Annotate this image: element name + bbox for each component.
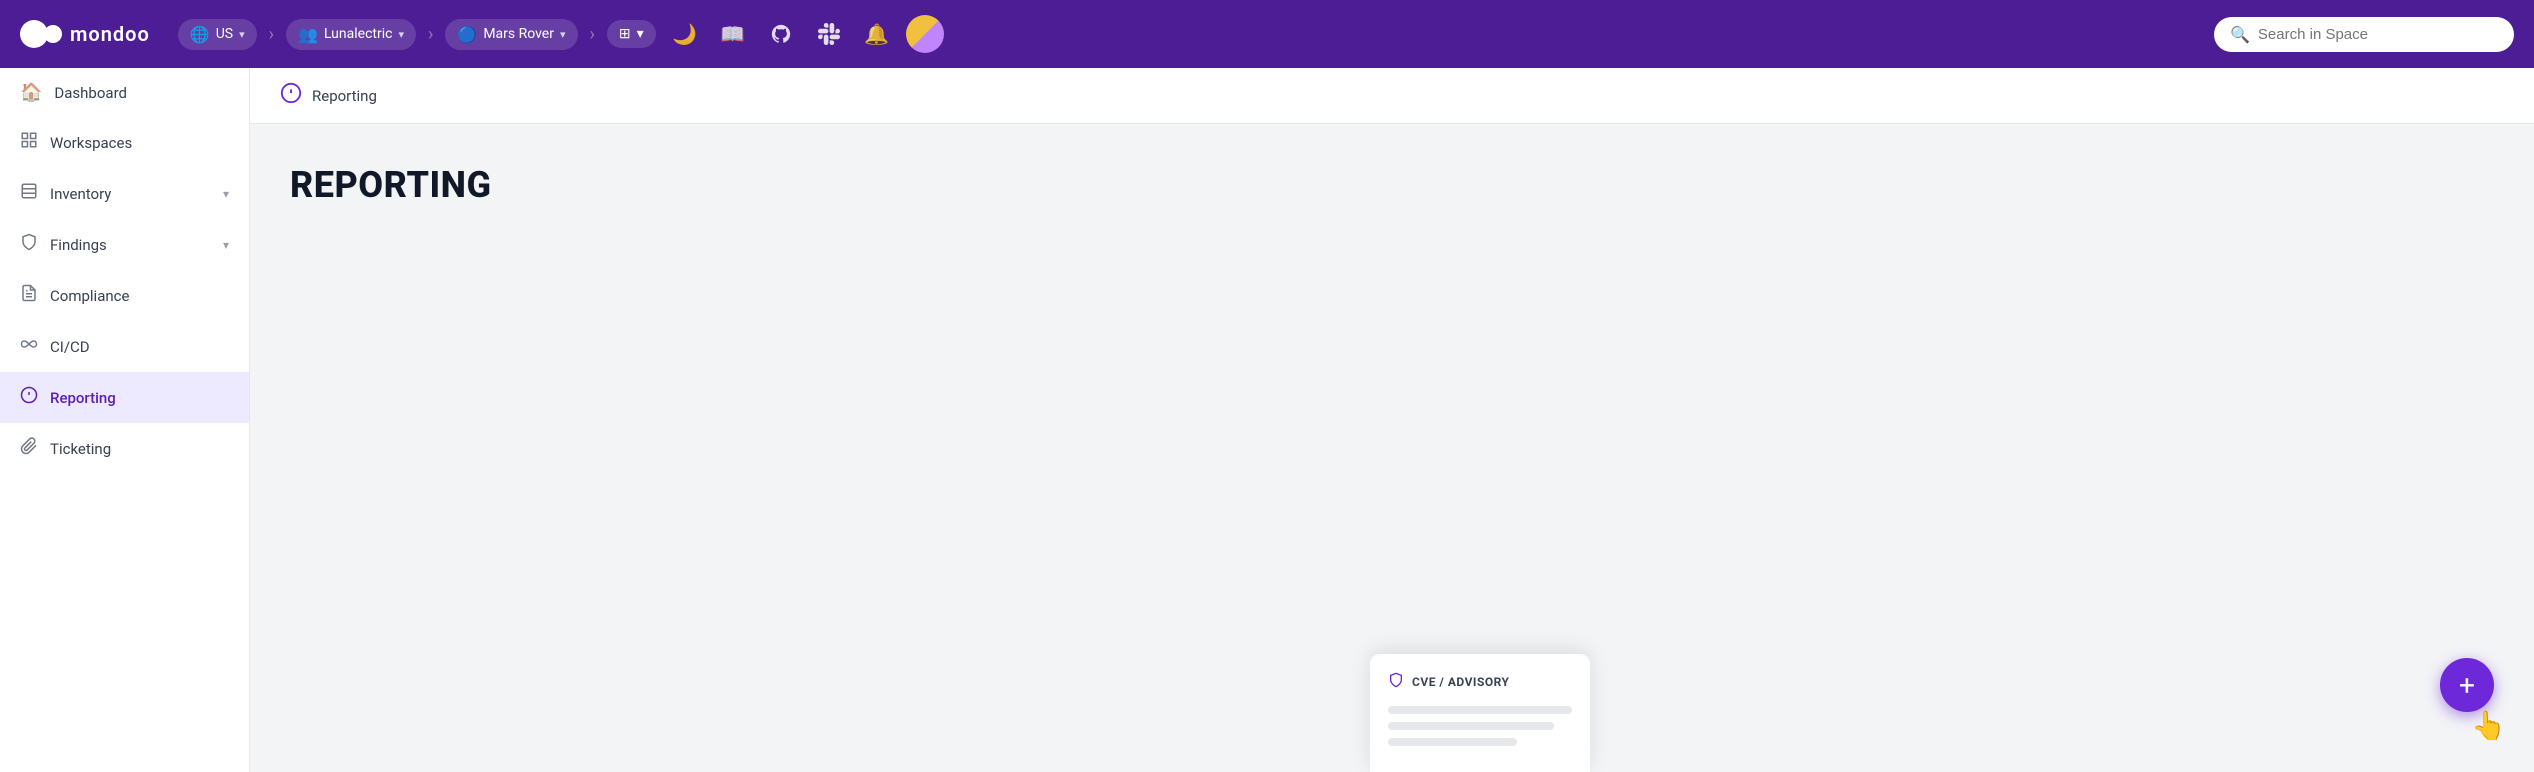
space-label: Mars Rover bbox=[483, 26, 554, 42]
sidebar-item-inventory[interactable]: Inventory ▾ bbox=[0, 168, 249, 219]
org-chevron: ▾ bbox=[398, 28, 404, 41]
sidebar-item-ticketing[interactable]: Ticketing bbox=[0, 423, 249, 474]
report-card-preview: CVE / ADVISORY bbox=[1370, 654, 1590, 772]
inventory-icon bbox=[20, 182, 38, 205]
logo-icon bbox=[20, 20, 62, 48]
ticketing-icon bbox=[20, 437, 38, 460]
add-report-button[interactable]: + bbox=[2440, 658, 2494, 712]
grid-chevron: ▾ bbox=[637, 26, 644, 42]
sidebar-label-compliance: Compliance bbox=[50, 287, 129, 305]
sidebar-label-dashboard: Dashboard bbox=[54, 84, 127, 102]
sidebar-label-workspaces: Workspaces bbox=[50, 134, 132, 152]
inventory-arrow: ▾ bbox=[223, 187, 229, 201]
layout: 🏠 Dashboard Workspaces Inventory ▾ Findi… bbox=[0, 68, 2534, 772]
sidebar-label-reporting: Reporting bbox=[50, 389, 116, 407]
search-bar[interactable]: 🔍 bbox=[2214, 17, 2514, 52]
bell-icon[interactable]: 🔔 bbox=[858, 15, 896, 53]
grid-icon: ⊞ bbox=[619, 26, 631, 42]
sidebar-item-findings[interactable]: Findings ▾ bbox=[0, 219, 249, 270]
main-content: Reporting REPORTING CVE / ADVISORY + bbox=[250, 68, 2534, 772]
cursor-pointer: 👆 bbox=[2471, 709, 2506, 742]
page-title: REPORTING bbox=[290, 164, 2494, 206]
workspaces-icon bbox=[20, 131, 38, 154]
plus-icon: + bbox=[2459, 669, 2475, 702]
sidebar-label-ticketing: Ticketing bbox=[50, 440, 111, 458]
breadcrumb-icon bbox=[280, 82, 302, 109]
sidebar-label-inventory: Inventory bbox=[50, 185, 111, 203]
home-icon: 🏠 bbox=[20, 82, 42, 103]
sidebar-item-workspaces[interactable]: Workspaces bbox=[0, 117, 249, 168]
sidebar-item-cicd[interactable]: CI/CD bbox=[0, 321, 249, 372]
brand-name: mondoo bbox=[70, 22, 150, 46]
grid-view-btn[interactable]: ⊞ ▾ bbox=[607, 20, 656, 48]
slack-icon[interactable] bbox=[810, 15, 848, 53]
region-chevron: ▾ bbox=[239, 28, 245, 41]
cicd-icon bbox=[20, 335, 38, 358]
sidebar-label-cicd: CI/CD bbox=[50, 338, 90, 356]
theme-toggle[interactable] bbox=[906, 15, 944, 53]
sidebar: 🏠 Dashboard Workspaces Inventory ▾ Findi… bbox=[0, 68, 250, 772]
sidebar-item-reporting[interactable]: Reporting bbox=[0, 372, 249, 423]
space-icon: 🔵 bbox=[457, 25, 477, 44]
page-content: REPORTING CVE / ADVISORY bbox=[250, 124, 2534, 286]
nav-sep-1: › bbox=[269, 24, 274, 45]
reporting-icon bbox=[20, 386, 38, 409]
findings-icon bbox=[20, 233, 38, 256]
nav-sep-3: › bbox=[590, 24, 595, 45]
github-icon[interactable] bbox=[762, 15, 800, 53]
book-icon[interactable]: 📖 bbox=[714, 15, 752, 53]
sidebar-label-findings: Findings bbox=[50, 236, 107, 254]
topnav: mondoo 🌐 US ▾ › 👥 Lunalectric ▾ › 🔵 Mars… bbox=[0, 0, 2534, 68]
findings-arrow: ▾ bbox=[223, 238, 229, 252]
moon-icon[interactable]: 🌙 bbox=[666, 15, 704, 53]
compliance-icon bbox=[20, 284, 38, 307]
org-label: Lunalectric bbox=[324, 26, 393, 42]
card-line-1 bbox=[1388, 706, 1572, 714]
card-header: CVE / ADVISORY bbox=[1388, 672, 1572, 692]
card-title: CVE / ADVISORY bbox=[1412, 675, 1509, 689]
card-line-2 bbox=[1388, 722, 1554, 730]
card-shield-icon bbox=[1388, 672, 1404, 692]
region-selector[interactable]: 🌐 US ▾ bbox=[178, 19, 257, 50]
logo[interactable]: mondoo bbox=[20, 20, 150, 48]
breadcrumb-text: Reporting bbox=[312, 87, 377, 105]
space-selector[interactable]: 🔵 Mars Rover ▾ bbox=[445, 19, 577, 50]
sidebar-item-dashboard[interactable]: 🏠 Dashboard bbox=[0, 68, 249, 117]
org-icon: 👥 bbox=[298, 25, 318, 44]
breadcrumb: Reporting bbox=[250, 68, 2534, 124]
sidebar-item-compliance[interactable]: Compliance bbox=[0, 270, 249, 321]
space-chevron: ▾ bbox=[560, 28, 566, 41]
search-input[interactable] bbox=[2258, 26, 2498, 43]
card-line-3 bbox=[1388, 738, 1517, 746]
search-icon: 🔍 bbox=[2230, 25, 2250, 44]
globe-icon: 🌐 bbox=[190, 25, 210, 44]
nav-sep-2: › bbox=[428, 24, 433, 45]
region-label: US bbox=[216, 26, 233, 42]
org-selector[interactable]: 👥 Lunalectric ▾ bbox=[286, 19, 416, 50]
